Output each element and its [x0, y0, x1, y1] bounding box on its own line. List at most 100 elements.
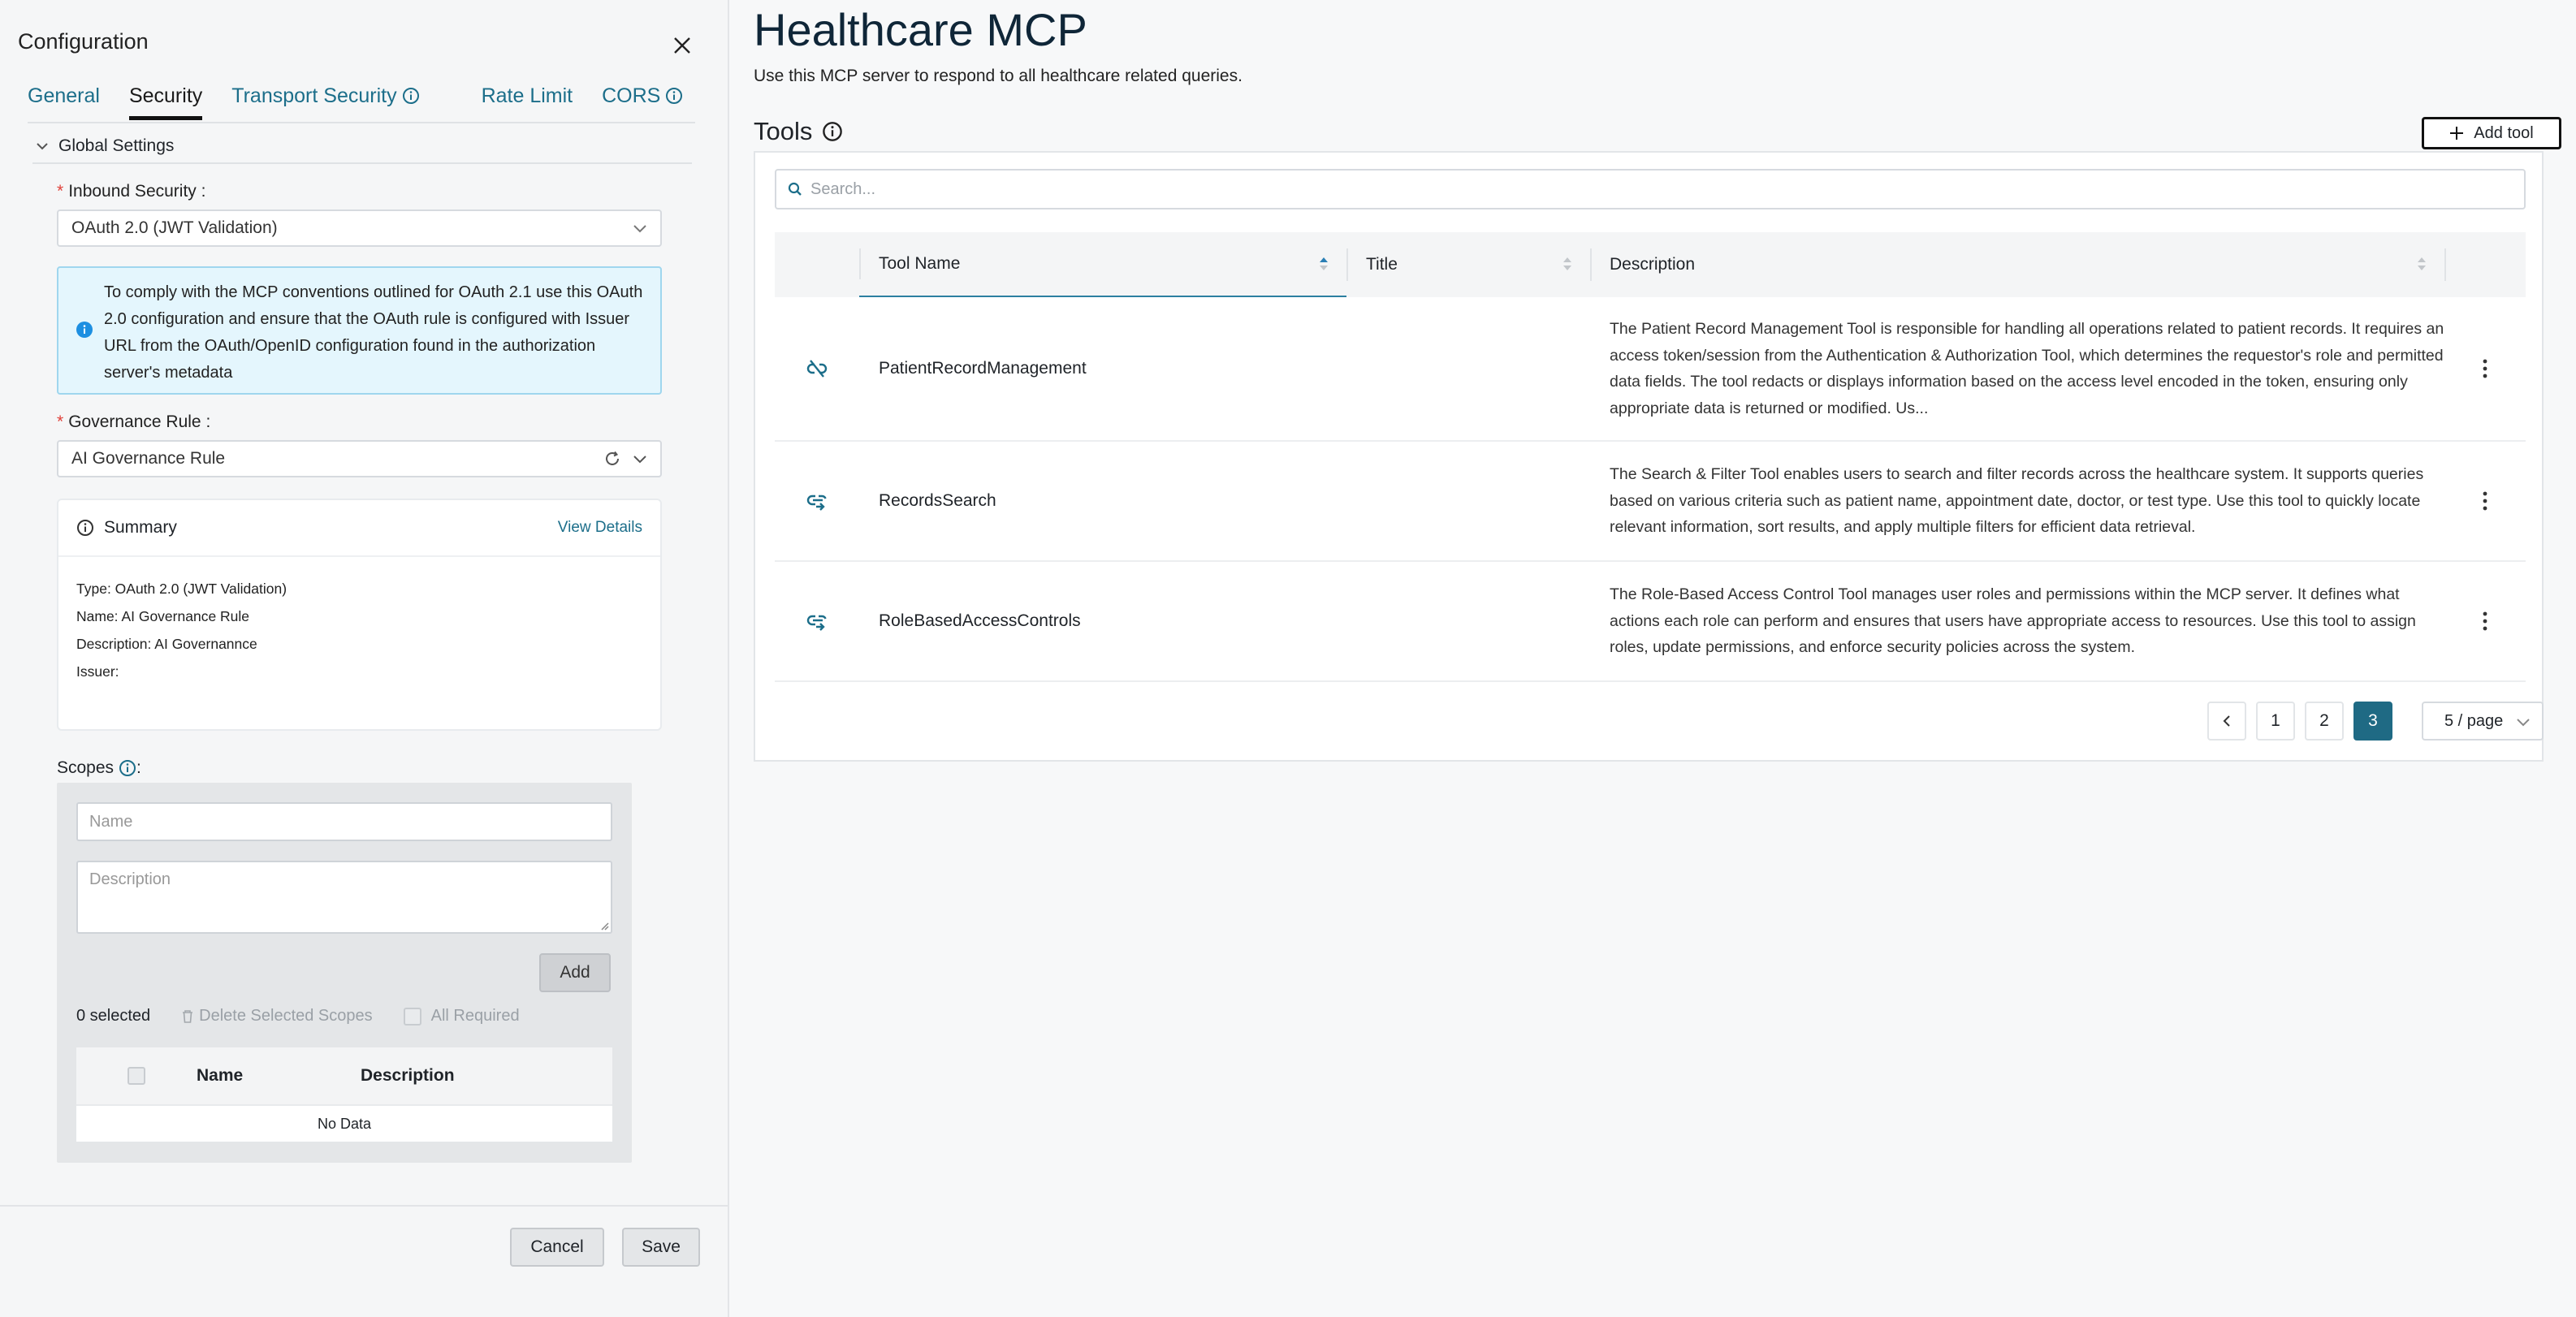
table-row[interactable]: RecordsSearch The Search & Filter Tool e… [775, 442, 2526, 562]
configuration-drawer: Configuration General Security Transport… [0, 0, 729, 1317]
checkbox[interactable] [403, 1007, 421, 1026]
global-settings-toggle[interactable]: Global Settings [36, 136, 174, 156]
summary-header: Summary View Details [58, 500, 660, 557]
governance-rule-value: AI Governance Rule [71, 449, 226, 468]
page-1-button[interactable]: 1 [2256, 702, 2295, 741]
link-arrow-icon [806, 494, 827, 511]
tools-heading: Tools [754, 117, 843, 146]
tab-general[interactable]: General [28, 81, 100, 117]
summary-card: Summary View Details Type: OAuth 2.0 (JW… [57, 499, 662, 731]
more-vertical-icon [2483, 359, 2487, 378]
tool-description: The Role-Based Access Control Tool manag… [1610, 585, 2416, 657]
scopes-table-header: Name Description [76, 1047, 612, 1104]
search-input[interactable]: Search... [775, 169, 2526, 209]
summary-type: Type: OAuth 2.0 (JWT Validation) [76, 581, 287, 597]
chevron-left-icon [2223, 715, 2230, 727]
plus-icon [2450, 127, 2464, 140]
scope-description-textarea[interactable]: Description [76, 861, 612, 934]
tab-cors-label: CORS [602, 84, 661, 107]
sort-icon[interactable] [2417, 255, 2427, 273]
column-tool-name[interactable]: Tool Name [859, 232, 1346, 297]
summary-body: Type: OAuth 2.0 (JWT Validation) Name: A… [58, 557, 660, 703]
tools-table-header: Tool Name Title Description [775, 232, 2526, 297]
tool-icon-cell [775, 609, 859, 633]
info-icon [666, 88, 683, 104]
select-all-cell [76, 1067, 197, 1085]
column-description[interactable]: Description [1590, 232, 2444, 297]
tab-security[interactable]: Security [128, 81, 203, 120]
info-icon [119, 760, 136, 776]
column-description-label: Description [1610, 255, 1696, 274]
page-size-select[interactable]: 5 / page [2422, 702, 2544, 741]
add-scope-button[interactable]: Add [539, 953, 611, 992]
drawer-title: Configuration [18, 29, 149, 54]
add-tool-label: Add tool [2474, 123, 2534, 142]
selected-count: 0 selected [76, 1007, 151, 1025]
chevron-down-icon [633, 225, 646, 233]
close-icon [674, 37, 690, 54]
link-arrow-icon [806, 615, 827, 631]
tool-name[interactable]: PatientRecordManagement [859, 359, 1346, 378]
page-subtitle: Use this MCP server to respond to all he… [754, 67, 1243, 85]
close-drawer-button[interactable] [666, 29, 698, 62]
select-all-checkbox[interactable] [128, 1067, 145, 1085]
info-icon [823, 122, 843, 141]
column-title[interactable]: Title [1346, 232, 1590, 297]
tool-name[interactable]: RoleBasedAccessControls [859, 611, 1346, 631]
chevron-down-icon [37, 143, 48, 150]
chevron-down-icon [2517, 719, 2530, 727]
sort-icon[interactable] [1562, 255, 1572, 273]
inbound-security-label-text: Inbound Security [68, 182, 197, 201]
table-row[interactable]: RoleBasedAccessControls The Role-Based A… [775, 562, 2526, 682]
footer-divider [0, 1205, 728, 1207]
all-required-checkbox[interactable]: All Required [403, 1007, 520, 1026]
cancel-button[interactable]: Cancel [510, 1228, 604, 1267]
scopes-label: Scopes : [57, 758, 141, 778]
page-3-button[interactable]: 3 [2353, 702, 2392, 741]
scope-name-input[interactable]: Name [76, 802, 612, 841]
empty-state: No Data [76, 1104, 612, 1142]
scopes-label-text: Scopes [57, 758, 115, 777]
tools-table-body: PatientRecordManagement The Patient Reco… [775, 297, 2526, 682]
info-filled-icon [76, 322, 93, 338]
required-marker: * [57, 412, 64, 431]
info-icon [402, 88, 419, 104]
tool-icon-cell [775, 489, 859, 513]
column-description: Description [361, 1066, 455, 1085]
inbound-security-select[interactable]: OAuth 2.0 (JWT Validation) [57, 209, 662, 247]
scope-name-placeholder: Name [89, 812, 133, 831]
scopes-colon: : [136, 758, 141, 777]
column-tool-name-label: Tool Name [879, 254, 961, 273]
tab-cors[interactable]: CORS [602, 81, 683, 117]
sort-icon[interactable] [1319, 255, 1329, 273]
tool-name[interactable]: RecordsSearch [859, 491, 1346, 511]
delete-selected-scopes-button[interactable]: Delete Selected Scopes [181, 1007, 373, 1026]
more-vertical-icon [2483, 611, 2487, 631]
delete-selected-scopes-label: Delete Selected Scopes [199, 1007, 373, 1025]
tool-icon-cell [775, 356, 859, 381]
scope-description-placeholder: Description [89, 870, 171, 888]
prev-page-button[interactable] [2207, 702, 2246, 741]
tab-transport-security[interactable]: Transport Security [231, 81, 419, 117]
trash-icon [183, 1009, 193, 1023]
row-menu-button[interactable] [2444, 359, 2526, 378]
add-tool-button[interactable]: Add tool [2422, 117, 2561, 149]
table-row[interactable]: PatientRecordManagement The Patient Reco… [775, 297, 2526, 442]
governance-rule-select[interactable]: AI Governance Rule [57, 440, 662, 477]
global-settings-label: Global Settings [58, 136, 175, 155]
page-2-button[interactable]: 2 [2305, 702, 2344, 741]
summary-name: Name: AI Governance Rule [76, 608, 250, 624]
tab-rate-limit[interactable]: Rate Limit [482, 81, 573, 117]
required-marker: * [57, 182, 64, 201]
tool-description: The Search & Filter Tool enables users t… [1610, 465, 2424, 537]
row-menu-button[interactable] [2444, 611, 2526, 631]
scope-selection-row: 0 selected Delete Selected Scopes All Re… [76, 1007, 520, 1026]
oauth-info-text: To comply with the MCP conventions outli… [104, 283, 643, 382]
refresh-icon[interactable] [603, 450, 621, 468]
tabs-divider [28, 122, 695, 123]
column-name: Name [197, 1066, 244, 1085]
row-menu-button[interactable] [2444, 491, 2526, 511]
view-details-link[interactable]: View Details [558, 519, 642, 537]
save-button[interactable]: Save [622, 1228, 700, 1267]
resize-handle-icon[interactable] [599, 921, 609, 931]
